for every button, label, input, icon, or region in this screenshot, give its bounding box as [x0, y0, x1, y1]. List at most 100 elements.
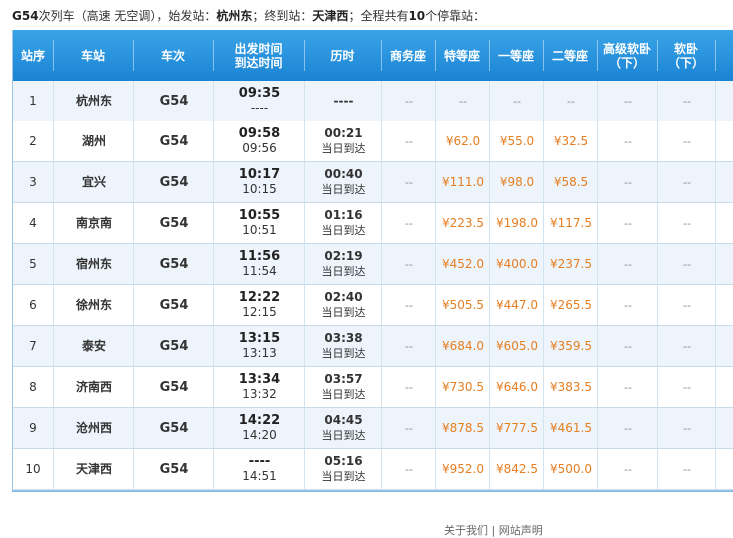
cell-duration: 02:19 当日到达: [304, 244, 382, 284]
header-seq: 站序: [20, 48, 45, 63]
cell-duration: 02:40 当日到达: [304, 285, 382, 325]
cell-sleeper-price: --: [657, 367, 716, 407]
business-price: --: [405, 421, 413, 435]
seq-value: 8: [29, 379, 37, 394]
premium-price: ¥952.0: [442, 461, 484, 476]
sleeper-price: --: [683, 134, 691, 148]
cell-train: G54: [133, 203, 214, 243]
cell-premium-price: ¥684.0: [435, 326, 490, 366]
table-row: 4 南京南 G54 10:55 10:51 01:16 当日到达 -- ¥223.5 ¥198.0…: [13, 203, 733, 244]
depart-time: 11:56: [238, 249, 281, 264]
cell-overflow: [715, 203, 733, 243]
sleeper-price: --: [683, 298, 691, 312]
depart-time: 09:35: [238, 86, 281, 101]
cell-soft-price: --: [597, 285, 658, 325]
depart-time: 13:15: [238, 331, 281, 346]
premium-price: ¥878.5: [442, 420, 484, 435]
duration-value: 00:40: [324, 167, 363, 181]
cell-business-price: --: [381, 203, 436, 243]
business-price: --: [405, 380, 413, 394]
soft-price: --: [624, 421, 632, 435]
arrive-time: 12:15: [242, 305, 277, 319]
header-soft-sleeper: 软卧 （下）: [657, 30, 715, 81]
cell-train: G54: [133, 408, 214, 448]
header-premium-seat: 特等座: [435, 30, 489, 81]
depart-time: 12:22: [238, 290, 281, 305]
first-price: ¥777.5: [496, 420, 538, 435]
station-value: 宜兴: [81, 174, 106, 189]
header-deluxe-soft-sleeper: 高级软卧 （下）: [597, 30, 657, 81]
train-value: G54: [159, 256, 189, 272]
cell-first-price: ¥646.0: [489, 367, 544, 407]
cell-first-price: ¥198.0: [489, 203, 544, 243]
caption-text-2: ；终到站：: [252, 9, 313, 23]
sleeper-price: --: [683, 175, 691, 189]
caption-text-3: ；全程共有: [348, 9, 409, 23]
caption-train-number: G54: [12, 9, 39, 23]
cell-time: 10:55 10:51: [213, 203, 305, 243]
cell-seq: 6: [13, 285, 53, 325]
cell-time: 11:56 11:54: [213, 244, 305, 284]
cell-seq: 3: [13, 162, 53, 202]
table-row: 10 天津西 G54 ---- 14:51 05:16 当日到达 -- ¥952.0 ¥842.5…: [13, 449, 733, 490]
cell-seq: 9: [13, 408, 53, 448]
premium-price: ¥684.0: [442, 338, 484, 353]
cell-time: 10:17 10:15: [213, 162, 305, 202]
station-value: 宿州东: [75, 256, 112, 271]
cell-second-price: ¥237.5: [543, 244, 598, 284]
cell-premium-price: ¥505.5: [435, 285, 490, 325]
train-value: G54: [159, 215, 189, 231]
cell-premium-price: ¥452.0: [435, 244, 490, 284]
business-price: --: [405, 339, 413, 353]
table-row: 1 杭州东 G54 09:35 ---- ---- -- -- -- -- -- --: [13, 81, 733, 121]
cell-sleeper-price: --: [657, 285, 716, 325]
sleeper-price: --: [683, 339, 691, 353]
cell-second-price: ¥500.0: [543, 449, 598, 489]
station-value: 徐州东: [75, 297, 112, 312]
premium-price: --: [459, 94, 467, 108]
cell-seq: 7: [13, 326, 53, 366]
header-first-class: 一等座: [489, 30, 543, 81]
cell-time: ---- 14:51: [213, 449, 305, 489]
soft-price: --: [624, 216, 632, 230]
cell-overflow: [715, 162, 733, 202]
cell-soft-price: --: [597, 244, 658, 284]
cell-first-price: ¥400.0: [489, 244, 544, 284]
seq-value: 3: [29, 174, 37, 189]
header-overflow: [715, 30, 733, 81]
header-deluxe-soft-sleeper-l1: 高级软卧: [602, 41, 651, 56]
cell-time: 14:22 14:20: [213, 408, 305, 448]
premium-price: ¥223.5: [442, 215, 484, 230]
cell-soft-price: --: [597, 81, 658, 121]
cell-sleeper-price: --: [657, 244, 716, 284]
train-value: G54: [159, 379, 189, 395]
arrive-time: 13:13: [242, 346, 277, 360]
caption-origin-station: 杭州东: [216, 9, 253, 23]
cell-business-price: --: [381, 244, 436, 284]
soft-price: --: [624, 134, 632, 148]
second-price: ¥383.5: [550, 379, 592, 394]
cell-business-price: --: [381, 285, 436, 325]
cell-overflow: [715, 121, 733, 161]
cell-premium-price: ¥952.0: [435, 449, 490, 489]
first-price: ¥842.5: [496, 461, 538, 476]
header-business-seat: 商务座: [381, 30, 435, 81]
cell-time: 09:35 ----: [213, 81, 305, 121]
cell-train: G54: [133, 285, 214, 325]
station-value: 天津西: [75, 461, 112, 476]
cell-time: 13:15 13:13: [213, 326, 305, 366]
cell-seq: 8: [13, 367, 53, 407]
second-price: ¥58.5: [553, 174, 589, 189]
first-price: ¥646.0: [496, 379, 538, 394]
depart-time: ----: [248, 454, 271, 469]
cell-second-price: ¥265.5: [543, 285, 598, 325]
premium-price: ¥505.5: [442, 297, 484, 312]
footer-links[interactable]: 关于我们 | 网站声明: [444, 522, 543, 538]
table-row: 2 湖州 G54 09:58 09:56 00:21 当日到达 -- ¥62.0 ¥55.0 ¥32…: [13, 121, 733, 162]
cell-overflow: [715, 244, 733, 284]
cell-first-price: ¥55.0: [489, 121, 544, 161]
caption-destination-station: 天津西: [312, 9, 349, 23]
cell-sleeper-price: --: [657, 203, 716, 243]
table-row: 6 徐州东 G54 12:22 12:15 02:40 当日到达 -- ¥505.5 ¥447.0…: [13, 285, 733, 326]
duration-value: ----: [333, 93, 354, 108]
